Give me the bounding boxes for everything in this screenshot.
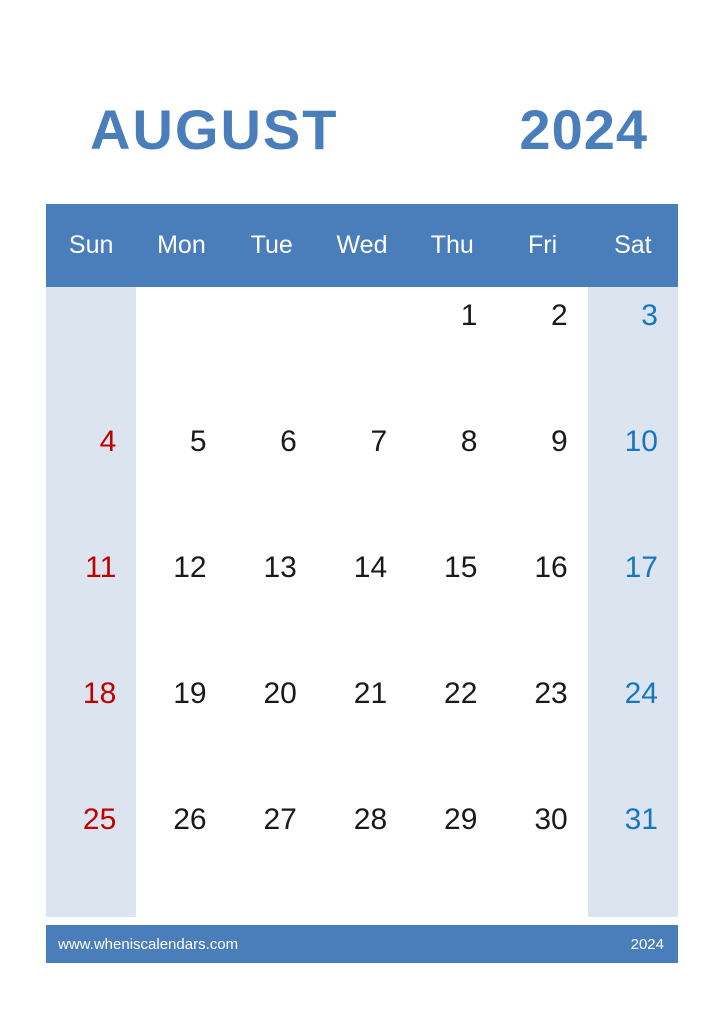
day-number: 16 xyxy=(534,551,568,584)
day-number: 5 xyxy=(189,425,207,458)
day-cell[interactable]: 2 xyxy=(497,287,588,413)
day-number: 12 xyxy=(173,551,207,584)
day-number: 13 xyxy=(263,551,297,584)
day-cell[interactable]: 24 xyxy=(587,665,678,791)
day-cell-empty xyxy=(46,287,137,413)
calendar-title-bar: AUGUST 2024 xyxy=(46,92,678,168)
day-number: 21 xyxy=(353,677,388,710)
day-cell[interactable]: 22 xyxy=(407,665,498,791)
month-title: AUGUST xyxy=(90,98,339,161)
day-number: 19 xyxy=(173,677,207,710)
day-number: 28 xyxy=(353,803,388,836)
day-cell[interactable]: 9 xyxy=(497,413,588,539)
weekday-header-sat: Sat xyxy=(614,231,652,259)
day-cell[interactable]: 6 xyxy=(226,413,317,539)
day-cell[interactable]: 26 xyxy=(136,791,227,917)
week-row: 1 2 3 xyxy=(46,287,678,413)
day-number: 1 xyxy=(460,299,478,332)
week-row: 11 12 13 14 15 16 17 xyxy=(46,539,678,665)
day-number: 2 xyxy=(551,299,568,332)
day-cell[interactable]: 3 xyxy=(587,287,678,413)
day-cell[interactable]: 13 xyxy=(226,539,317,665)
day-cell[interactable]: 21 xyxy=(316,665,408,791)
day-number: 18 xyxy=(82,677,117,710)
day-cell[interactable]: 14 xyxy=(316,539,408,665)
day-cell[interactable]: 23 xyxy=(497,665,588,791)
day-number: 4 xyxy=(99,425,117,458)
day-number: 22 xyxy=(444,677,478,710)
day-cell[interactable]: 27 xyxy=(226,791,317,917)
day-cell-empty xyxy=(226,287,317,413)
weekday-header-fri: Fri xyxy=(527,231,558,259)
day-number: 14 xyxy=(353,551,388,584)
day-number: 30 xyxy=(534,803,568,836)
calendar-grid: Sun Mon Tue Wed Thu Fri Sat 1 2 3 4 5 6 7 8 9 10 11 12 13 1… xyxy=(46,204,678,917)
year-title: 2024 xyxy=(519,98,648,161)
day-number: 24 xyxy=(624,677,658,710)
day-cell[interactable]: 30 xyxy=(497,791,588,917)
day-cell[interactable]: 17 xyxy=(587,539,678,665)
day-cell[interactable]: 20 xyxy=(226,665,317,791)
day-cell[interactable]: 19 xyxy=(136,665,227,791)
day-cell[interactable]: 16 xyxy=(497,539,588,665)
day-cell[interactable]: 11 xyxy=(46,539,137,665)
day-cell[interactable]: 31 xyxy=(587,791,678,917)
day-number: 31 xyxy=(624,803,658,836)
day-cell[interactable]: 5 xyxy=(136,413,227,539)
day-number: 25 xyxy=(82,803,117,836)
day-cell[interactable]: 7 xyxy=(316,413,408,539)
day-number: 29 xyxy=(444,803,478,836)
day-number: 15 xyxy=(444,551,478,584)
day-cell-empty xyxy=(136,287,227,413)
day-number: 20 xyxy=(263,677,297,710)
week-row: 18 19 20 21 22 23 24 xyxy=(46,665,678,791)
day-number: 26 xyxy=(173,803,207,836)
day-cell[interactable]: 25 xyxy=(46,791,137,917)
day-cell[interactable]: 1 xyxy=(407,287,498,413)
week-row: 4 5 6 7 8 9 10 xyxy=(46,413,678,539)
day-cell[interactable]: 10 xyxy=(587,413,678,539)
weekday-header-mon: Mon xyxy=(157,231,206,259)
day-cell[interactable]: 18 xyxy=(46,665,137,791)
day-number: 10 xyxy=(624,425,658,458)
day-number: 27 xyxy=(263,803,297,836)
calendar-footer: www.wheniscalendars.com 2024 xyxy=(46,925,678,963)
calendar-page: AUGUST 2024 Sun Mon Tue Wed Thu Fri Sat 123456… xyxy=(0,0,724,1024)
weekday-header-row: Sun Mon Tue Wed Thu Fri Sat xyxy=(46,204,678,287)
day-number: 3 xyxy=(641,299,658,332)
calendar-weeks: 1 2 3 4 5 6 7 8 9 10 11 12 13 14 15 16 17 18 19 20 21 22 23 24 2… xyxy=(46,287,678,917)
footer-year-label: 2024 xyxy=(630,935,664,953)
day-cell[interactable]: 12 xyxy=(136,539,227,665)
weekday-header-thu: Thu xyxy=(430,231,474,259)
footer-website-label: www.wheniscalendars.com xyxy=(58,935,239,953)
day-cell[interactable]: 4 xyxy=(46,413,137,539)
day-number: 9 xyxy=(551,425,568,458)
day-number: 23 xyxy=(534,677,568,710)
day-number: 17 xyxy=(624,551,658,584)
weekday-header-wed: Wed xyxy=(336,231,388,259)
weekday-header-tue: Tue xyxy=(250,231,293,259)
day-number: 7 xyxy=(370,425,388,458)
day-number: 8 xyxy=(460,425,478,458)
week-row: 25 26 27 28 29 30 31 xyxy=(46,791,678,917)
day-cell[interactable]: 28 xyxy=(316,791,408,917)
day-cell-empty xyxy=(316,287,408,413)
day-number: 6 xyxy=(280,425,297,458)
day-number: 11 xyxy=(85,551,117,584)
weekday-header-sun: Sun xyxy=(68,231,114,259)
day-cell[interactable]: 8 xyxy=(407,413,498,539)
day-cell[interactable]: 29 xyxy=(407,791,498,917)
day-cell[interactable]: 15 xyxy=(407,539,498,665)
